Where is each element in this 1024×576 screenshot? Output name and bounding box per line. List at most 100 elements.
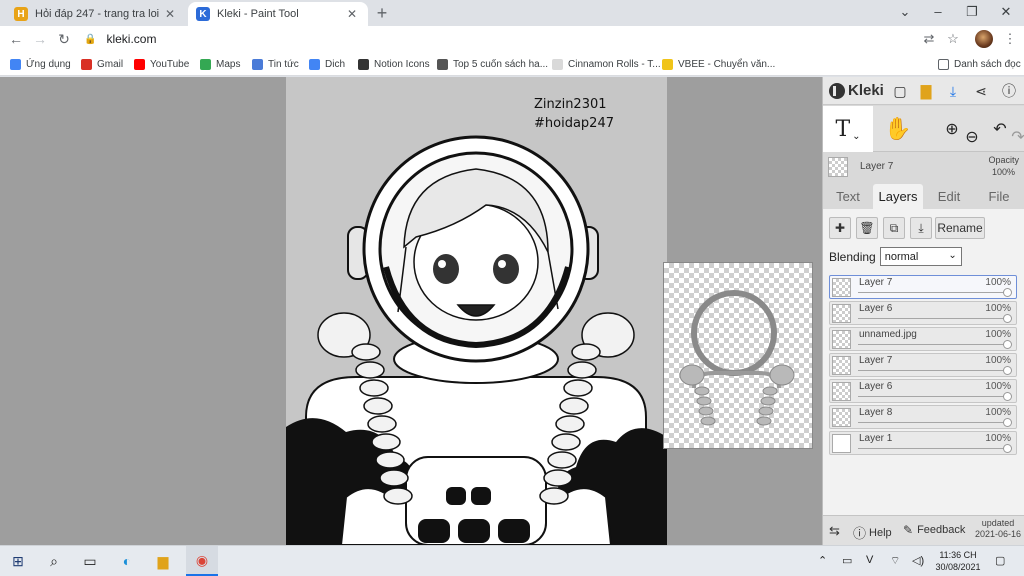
tab-hoidap247[interactable]: H Hỏi đáp 247 - trang tra loi ✕ bbox=[6, 2, 186, 26]
layer-opacity-knob[interactable] bbox=[1003, 444, 1012, 453]
feedback-icon: ✎ bbox=[903, 523, 914, 537]
translate-icon bbox=[309, 58, 320, 70]
menu-icon[interactable]: ⋮ bbox=[1001, 30, 1019, 48]
open-folder-icon[interactable]: ▇ bbox=[917, 82, 935, 100]
bookmark-maps[interactable]: Maps bbox=[200, 56, 240, 72]
edge-icon[interactable]: ◐ bbox=[116, 550, 138, 572]
vietkey-icon[interactable]: V bbox=[866, 554, 873, 566]
add-layer-button[interactable]: ✚ bbox=[829, 217, 851, 239]
bookmark-star-icon[interactable]: ☆ bbox=[944, 30, 962, 48]
profile-avatar[interactable] bbox=[975, 30, 993, 48]
layer-opacity-slider[interactable] bbox=[858, 396, 1004, 397]
bookmark-apps[interactable]: Ứng dụng bbox=[10, 56, 71, 72]
bookmark-gmail[interactable]: Gmail bbox=[81, 56, 123, 72]
bookmark-news[interactable]: Tin tức bbox=[252, 56, 299, 72]
bookmark-label: Maps bbox=[216, 58, 241, 70]
kleki-logo[interactable]: Kleki bbox=[829, 82, 884, 99]
layer-row[interactable]: unnamed.jpg 100% bbox=[829, 327, 1017, 351]
layer-opacity-slider[interactable] bbox=[858, 318, 1004, 319]
canvas-area[interactable]: Zinzin2301 #hoidap247 bbox=[0, 77, 822, 545]
tab-layers[interactable]: Layers bbox=[873, 184, 923, 210]
url-text: kleki.com bbox=[106, 32, 157, 46]
layer-opacity-knob[interactable] bbox=[1003, 392, 1012, 401]
layer-opacity-slider[interactable] bbox=[858, 448, 1004, 449]
close-window-button[interactable]: ✕ bbox=[996, 4, 1016, 20]
tab-text[interactable]: Text bbox=[829, 184, 867, 210]
back-icon[interactable]: ← bbox=[7, 30, 25, 48]
tab-search-icon[interactable]: ⌄ bbox=[895, 4, 915, 20]
volume-icon[interactable]: ◁) bbox=[912, 554, 924, 567]
address-bar[interactable]: 🔒 kleki.com bbox=[84, 29, 940, 49]
show-hidden-icons[interactable]: ⌃ bbox=[818, 554, 827, 567]
swap-side-icon[interactable]: ⇆ bbox=[829, 523, 840, 539]
bookmark-label: Notion Icons bbox=[374, 58, 430, 70]
opacity-label: Opacity bbox=[988, 155, 1019, 165]
layer-row[interactable]: Layer 8 100% bbox=[829, 405, 1017, 429]
layer-name: Layer 6 bbox=[859, 303, 893, 314]
new-tab-button[interactable]: + bbox=[372, 4, 392, 22]
close-tab-icon[interactable]: ✕ bbox=[344, 7, 360, 21]
drawing-canvas[interactable]: Zinzin2301 #hoidap247 bbox=[286, 77, 667, 545]
hand-tool-icon[interactable]: ✋ bbox=[873, 106, 923, 152]
layer-opacity-slider[interactable] bbox=[858, 422, 1004, 423]
task-view-icon[interactable]: ▭ bbox=[79, 550, 101, 572]
bookmark-vbee[interactable]: VBEE - Chuyển văn... bbox=[662, 56, 775, 72]
layer-row[interactable]: Layer 6 100% bbox=[829, 379, 1017, 403]
text-tool-button[interactable]: T ⌄ bbox=[823, 106, 873, 152]
feedback-link[interactable]: ✎ Feedback bbox=[903, 523, 965, 537]
restore-button[interactable]: ❐ bbox=[962, 4, 982, 20]
bookmark-translate[interactable]: Dich bbox=[309, 56, 345, 72]
bookmark-label: Gmail bbox=[97, 58, 124, 70]
layer-opacity-knob[interactable] bbox=[1003, 340, 1012, 349]
bookmark-notion-icons[interactable]: Notion Icons bbox=[358, 56, 430, 72]
bookmark-youtube[interactable]: YouTube bbox=[134, 56, 189, 72]
system-clock[interactable]: 11:36 CH 30/08/2021 bbox=[932, 549, 984, 573]
minimize-button[interactable]: – bbox=[928, 4, 948, 19]
merge-down-icon[interactable]: ⤓ bbox=[910, 217, 932, 239]
blending-select[interactable]: normal ⌄ bbox=[879, 247, 962, 266]
file-explorer-icon[interactable]: ▆ bbox=[152, 550, 174, 572]
reading-list[interactable]: Danh sách đọc bbox=[938, 56, 1021, 72]
tab-title: Kleki - Paint Tool bbox=[217, 8, 299, 20]
layer-name: Layer 8 bbox=[859, 407, 893, 418]
layer-opacity-knob[interactable] bbox=[1003, 288, 1012, 297]
battery-icon[interactable]: ▭ bbox=[842, 554, 852, 567]
layer-row[interactable]: Layer 1 100% bbox=[829, 431, 1017, 455]
layer-opacity-slider[interactable] bbox=[858, 344, 1004, 345]
close-tab-icon[interactable]: ✕ bbox=[162, 7, 178, 21]
bookmark-cinnamon[interactable]: Cinnamon Rolls - T... bbox=[552, 56, 661, 72]
help-label: Help bbox=[869, 526, 892, 539]
tab-file[interactable]: File bbox=[979, 184, 1019, 210]
tab-edit[interactable]: Edit bbox=[929, 184, 969, 210]
layer-row[interactable]: Layer 7 100% bbox=[829, 275, 1017, 299]
signature-line-2: #hoidap247 bbox=[534, 116, 614, 131]
duplicate-layer-icon[interactable]: ⧉ bbox=[883, 217, 905, 239]
download-icon[interactable]: ⤓ bbox=[944, 82, 962, 100]
share-icon[interactable]: ⋖ bbox=[972, 82, 990, 100]
reload-icon[interactable]: ↻ bbox=[55, 30, 73, 48]
layer-opacity-knob[interactable] bbox=[1003, 366, 1012, 375]
notifications-icon[interactable]: ▢ bbox=[995, 554, 1005, 567]
start-windows-icon[interactable]: ⊞ bbox=[7, 550, 29, 572]
rename-button[interactable]: Rename bbox=[935, 217, 985, 239]
layer-row[interactable]: Layer 7 100% bbox=[829, 353, 1017, 377]
search-icon[interactable]: ⌕ bbox=[43, 550, 65, 572]
layer-opacity-knob[interactable] bbox=[1003, 418, 1012, 427]
help-link[interactable]: ⓘ Help bbox=[853, 523, 892, 542]
layer-row[interactable]: Layer 6 100% bbox=[829, 301, 1017, 325]
tab-kleki[interactable]: K Kleki - Paint Tool ✕ bbox=[188, 2, 368, 26]
delete-layer-icon[interactable]: 🗑 bbox=[856, 217, 878, 239]
layer-opacity-slider[interactable] bbox=[858, 370, 1004, 371]
translate-icon[interactable]: ⇄ bbox=[920, 30, 938, 48]
current-layer-thumbnail bbox=[828, 157, 848, 177]
wifi-icon[interactable]: ⌔ bbox=[890, 554, 900, 568]
new-image-icon[interactable]: ▢ bbox=[891, 82, 909, 100]
layer-opacity-slider[interactable] bbox=[858, 292, 1004, 293]
layer-opacity-knob[interactable] bbox=[1003, 314, 1012, 323]
bookmark-top5[interactable]: Top 5 cuốn sách ha... bbox=[437, 56, 548, 72]
forward-icon[interactable]: → bbox=[31, 30, 49, 48]
layer-opacity: 100% bbox=[985, 433, 1011, 444]
chrome-icon[interactable]: ◉ bbox=[186, 546, 218, 576]
help-circle-icon[interactable]: ⓘ bbox=[1000, 82, 1018, 100]
blending-value: normal bbox=[884, 250, 919, 263]
